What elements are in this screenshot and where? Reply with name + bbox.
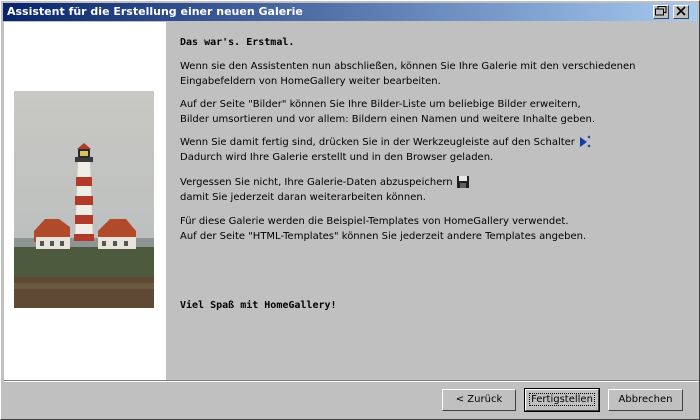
back-button-label: < Zurück	[455, 394, 503, 405]
text-line: Wenn Sie damit fertig sind, drücken Sie …	[180, 135, 592, 150]
closing-text: Viel Spaß mit HomeGallery!	[180, 300, 337, 311]
wizard-window: Assistent für die Erstellung einer neuen…	[0, 0, 700, 420]
page-heading: Das war's. Erstmal.	[180, 37, 295, 48]
paragraph-save: Vergessen Sie nicht, Ihre Galerie-Daten …	[180, 175, 470, 205]
floppy-disk-icon	[456, 176, 469, 188]
paragraph-run: Wenn Sie damit fertig sind, drücken Sie …	[180, 135, 592, 165]
cancel-button-label: Abbrechen	[618, 394, 673, 405]
paragraph-finish: Wenn sie den Assistenten nun abschließen…	[180, 59, 635, 89]
paragraph-templates: Für diese Galerie werden die Beispiel-Te…	[180, 214, 586, 244]
back-button[interactable]: < Zurück	[442, 389, 516, 411]
text-span: Wenn Sie damit fertig sind, drücken Sie …	[180, 137, 575, 148]
text-line: Bilder umsortieren und vor allem: Bilder…	[180, 114, 596, 125]
text-line: Auf der Seite "HTML-Templates" können Si…	[180, 231, 587, 242]
build-run-icon	[580, 135, 591, 148]
close-icon	[676, 6, 686, 16]
text-line: Eingabefeldern von HomeGallery weiter be…	[180, 76, 441, 87]
text-line: Auf der Seite "Bilder" können Sie Ihre B…	[180, 99, 581, 110]
finish-button[interactable]: Fertigstellen	[524, 388, 600, 412]
text-line: Vergessen Sie nicht, Ihre Galerie-Daten …	[180, 175, 470, 190]
text-line: Wenn sie den Assistenten nun abschließen…	[180, 61, 636, 72]
text-line: Dadurch wird Ihre Galerie erstellt und i…	[180, 152, 494, 163]
text-span: Vergessen Sie nicht, Ihre Galerie-Daten …	[180, 177, 453, 188]
paragraph-images: Auf der Seite "Bilder" können Sie Ihre B…	[180, 97, 595, 127]
lighthouse-image	[14, 91, 154, 308]
cancel-button[interactable]: Abbrechen	[608, 389, 683, 411]
button-separator-highlight	[4, 381, 698, 382]
restore-button[interactable]	[653, 5, 669, 19]
close-button[interactable]	[673, 5, 689, 19]
window-title: Assistent für die Erstellung einer neuen…	[7, 5, 303, 18]
text-line: Für diese Galerie werden die Beispiel-Te…	[180, 216, 569, 227]
restore-icon	[655, 6, 667, 16]
text-line: damit Sie jederzeit daran weiterarbeiten…	[180, 192, 426, 203]
title-bar: Assistent für die Erstellung einer neuen…	[3, 3, 697, 21]
finish-button-label: Fertigstellen	[529, 393, 595, 406]
